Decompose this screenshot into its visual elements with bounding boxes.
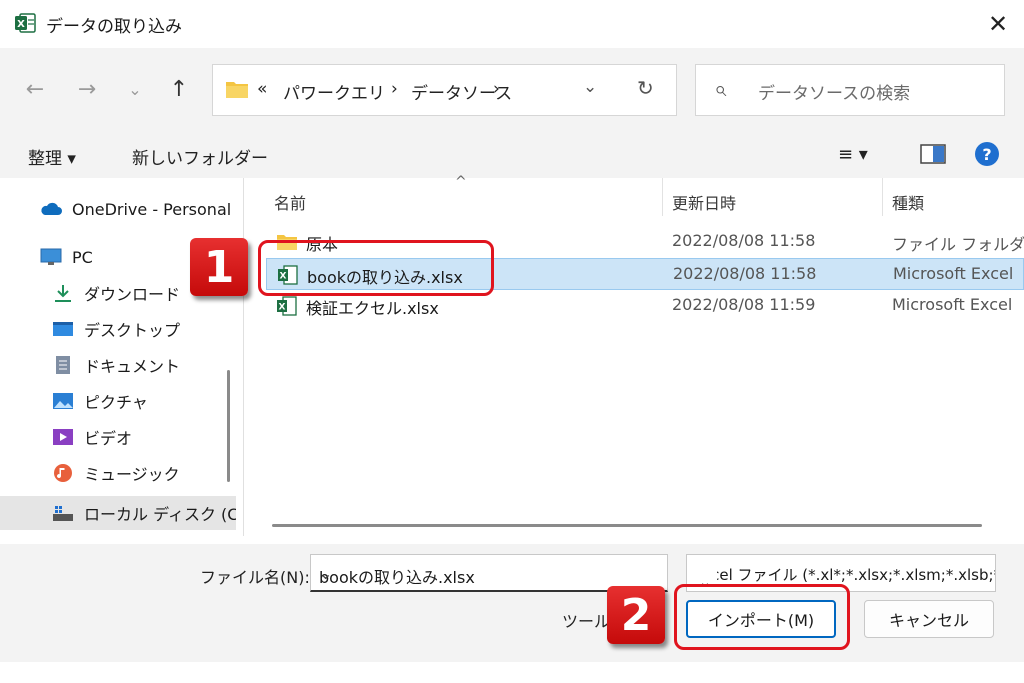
- desktop-icon: [53, 322, 73, 336]
- navigation-pane: OneDrive - Personal PC ダウンロード デスクトップ ドキュ…: [0, 178, 244, 536]
- chevron-down-icon[interactable]: ⌄: [319, 564, 659, 583]
- search-icon: ⌕: [714, 77, 727, 102]
- sidebar-item-label: ダウンロード: [84, 285, 181, 304]
- svg-text:X: X: [17, 19, 25, 30]
- address-bar[interactable]: « パワークエリ › データソース › ⌄ ↻: [212, 64, 677, 116]
- file-name: 検証エクセル.xlsx: [306, 299, 439, 318]
- sidebar-item-local-disk[interactable]: ローカル ディスク (C:): [0, 496, 236, 530]
- file-type: Microsoft Excel: [893, 264, 1014, 283]
- monitor-icon: [40, 248, 62, 265]
- sidebar-item-label: OneDrive - Personal: [72, 199, 232, 219]
- step-badge-2: 2: [607, 586, 665, 644]
- filename-label: ファイル名(N):: [200, 568, 310, 587]
- close-button[interactable]: ✕: [980, 6, 1016, 42]
- drive-icon: [53, 506, 73, 521]
- address-row: ← → ⌄ ↑ « パワークエリ › データソース › ⌄ ↻ ⌕ データソース…: [0, 48, 1024, 130]
- sidebar-item-label: PC: [72, 247, 93, 267]
- title-bar: X データの取り込み ✕: [0, 0, 1024, 48]
- column-header-type[interactable]: 種類: [892, 184, 924, 220]
- sidebar-item-label: ローカル ディスク (C:): [84, 505, 236, 524]
- file-list: 名前 ^ 更新日時 種類 原本 2022/08/08 11:58 ファイル フォ…: [252, 174, 1024, 536]
- file-type: Microsoft Excel: [892, 295, 1013, 314]
- sidebar-item-label: ビデオ: [84, 429, 133, 448]
- breadcrumb-separator[interactable]: ›: [493, 79, 500, 99]
- horizontal-scrollbar[interactable]: [272, 524, 982, 527]
- sidebar-item-desktop[interactable]: デスクトップ: [0, 312, 236, 346]
- search-placeholder: データソースの検索: [758, 84, 911, 104]
- cloud-icon: [41, 202, 62, 215]
- highlight-box-step2: [674, 584, 850, 650]
- up-button[interactable]: ↑: [164, 74, 194, 104]
- sidebar-item-pictures[interactable]: ピクチャ: [0, 384, 236, 418]
- window-title: データの取り込み: [46, 17, 182, 37]
- arrow-up-icon: ↑: [169, 76, 189, 102]
- column-divider[interactable]: [662, 178, 663, 216]
- svg-text:X: X: [279, 303, 286, 313]
- address-dropdown-icon[interactable]: ⌄: [583, 77, 597, 97]
- recent-locations-button[interactable]: ⌄: [120, 74, 150, 104]
- breadcrumb-overflow[interactable]: «: [257, 79, 267, 99]
- filetype-value: Excel ファイル (*.xl*;*.xlsx;*.xlsm;*.xlsb;*…: [693, 566, 996, 584]
- step-badge-1: 1: [190, 238, 248, 296]
- sidebar-item-label: ミュージック: [84, 465, 180, 484]
- file-modified: 2022/08/08 11:59: [672, 295, 816, 314]
- dialog-footer: ファイル名(N): bookの取り込み.xlsx ⌄ Excel ファイル (*…: [0, 544, 1024, 662]
- chevron-down-icon: ⌄: [128, 79, 142, 99]
- tools-menu-button[interactable]: ツール: [562, 608, 610, 632]
- file-modified: 2022/08/08 11:58: [673, 264, 817, 283]
- file-modified: 2022/08/08 11:58: [672, 231, 816, 250]
- organize-button[interactable]: 整理 ▾: [28, 144, 76, 169]
- help-icon[interactable]: ?: [975, 142, 999, 166]
- file-type: ファイル フォルダー: [892, 235, 1024, 254]
- folder-icon: [226, 82, 248, 98]
- column-header-modified[interactable]: 更新日時: [672, 184, 736, 220]
- file-open-dialog: X データの取り込み ✕ ← → ⌄ ↑ « パワークエリ › データソース ›…: [0, 0, 1024, 683]
- preview-pane-icon[interactable]: [920, 144, 946, 164]
- sidebar-item-documents[interactable]: ドキュメント: [0, 348, 236, 382]
- picture-icon: [53, 393, 73, 409]
- new-folder-button[interactable]: 新しいフォルダー: [132, 144, 268, 169]
- back-button[interactable]: ←: [20, 74, 50, 104]
- column-divider[interactable]: [882, 178, 883, 216]
- arrow-right-icon: →: [77, 76, 97, 102]
- sidebar-item-label: デスクトップ: [84, 321, 181, 340]
- excel-file-icon: X: [277, 296, 297, 316]
- sidebar-item-videos[interactable]: ビデオ: [0, 420, 236, 454]
- breadcrumb-separator[interactable]: ›: [391, 79, 398, 99]
- music-icon: [54, 464, 72, 482]
- refresh-icon[interactable]: ↻: [637, 76, 654, 100]
- command-toolbar: 整理 ▾ 新しいフォルダー ≡ ▾ ?: [0, 130, 1024, 178]
- highlight-box-step1: [258, 240, 494, 296]
- view-options-button[interactable]: ≡ ▾: [838, 144, 868, 165]
- browser-area: OneDrive - Personal PC ダウンロード デスクトップ ドキュ…: [0, 174, 1024, 544]
- excel-app-icon: X: [15, 13, 36, 33]
- column-header-name[interactable]: 名前: [274, 184, 306, 220]
- document-icon: [56, 356, 70, 374]
- sidebar-item-label: ピクチャ: [84, 393, 148, 412]
- sidebar-item-label: ドキュメント: [84, 357, 181, 376]
- sort-ascending-icon: ^: [455, 174, 467, 190]
- download-icon: [55, 285, 71, 302]
- arrow-left-icon: ←: [25, 76, 45, 102]
- sidebar-item-music[interactable]: ミュージック: [0, 456, 236, 490]
- forward-button[interactable]: →: [72, 74, 102, 104]
- cancel-button[interactable]: キャンセル: [864, 600, 994, 638]
- video-icon: [53, 429, 73, 445]
- close-icon: ✕: [987, 10, 1009, 38]
- sidebar-item-onedrive[interactable]: OneDrive - Personal: [0, 192, 236, 226]
- search-input[interactable]: ⌕ データソースの検索: [695, 64, 1005, 116]
- sidebar-scrollbar[interactable]: [227, 370, 230, 482]
- window-bottom-edge: [0, 662, 1024, 683]
- breadcrumb-item[interactable]: パワークエリ: [283, 79, 385, 104]
